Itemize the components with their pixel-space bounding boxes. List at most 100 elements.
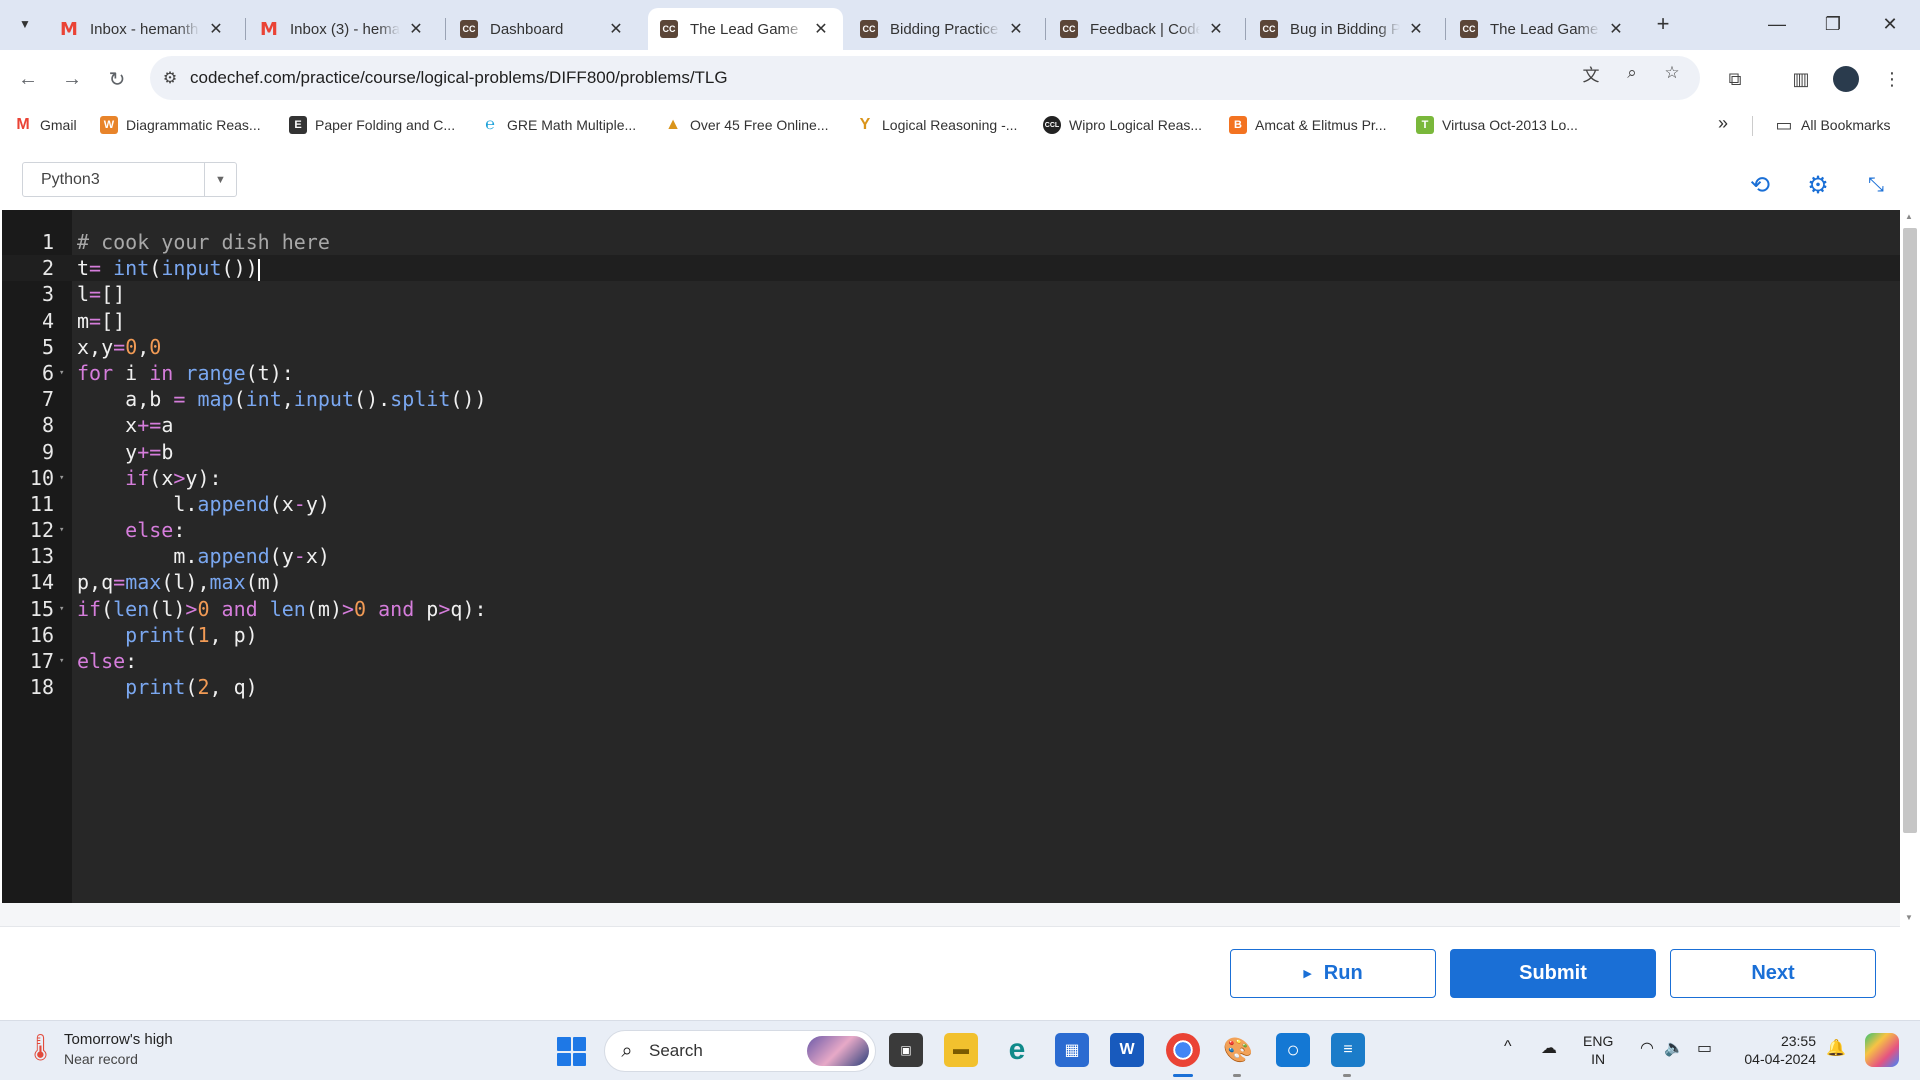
panel-resize-bar[interactable] [0,903,1900,927]
notepad-icon[interactable]: ≡ [1331,1033,1365,1067]
windows-start-icon[interactable] [557,1037,586,1066]
bookmark-gmail[interactable]: M Gmail [14,114,76,136]
weather-widget[interactable]: 🌡 Tomorrow's high Near record [24,1031,173,1067]
code-line[interactable]: 10 ▾ if(x>y): [2,465,1900,491]
bookmark-virtusa[interactable]: T Virtusa Oct-2013 Lo... [1416,114,1578,136]
code-line[interactable]: 7 a,b = map(int,input().split()) [2,386,1900,412]
notification-bell-icon[interactable]: 🔔 [1826,1038,1846,1058]
code-area[interactable]: 1 # cook your dish here 2 t= int(input()) 3 l… [2,229,1900,700]
tab-dashboard[interactable]: CC Dashboard ✕ [448,8,638,50]
task-view-icon[interactable]: ▣ [889,1033,923,1067]
code-text[interactable]: t= int(input()) [77,255,260,281]
address-url[interactable]: codechef.com/practice/course/logical-pro… [190,68,728,88]
code-line[interactable]: 2 t= int(input()) [2,255,1900,282]
code-text[interactable]: if(len(l)>0 and len(m)>0 and p>q): [77,596,487,622]
code-line[interactable]: 16 print(1, p) [2,622,1900,648]
cortana-icon[interactable]: ○ [1276,1033,1310,1067]
fold-arrow-icon[interactable]: ▾ [59,517,64,543]
settings-gear-icon[interactable]: ⚙ [1801,168,1835,202]
site-info-icon[interactable]: ⚙ [150,68,190,88]
code-line[interactable]: 18 print(2, q) [2,674,1900,700]
back-arrow-icon[interactable]: ← [12,63,44,95]
code-text[interactable]: l=[] [77,281,125,307]
chrome-icon[interactable] [1166,1033,1200,1067]
code-text[interactable]: print(1, p) [77,622,258,648]
next-button[interactable]: Next [1670,949,1876,998]
code-text[interactable]: y+=b [77,439,173,465]
run-button[interactable]: ▶ Run [1230,949,1436,998]
code-text[interactable]: x,y=0,0 [77,334,161,360]
avatar[interactable] [1833,66,1859,92]
scroll-down-icon[interactable]: ▼ [1905,913,1913,922]
translate-icon[interactable]: 文 [1578,60,1604,86]
bookmark-gre-math[interactable]: ℮ GRE Math Multiple... [481,114,636,136]
store-icon[interactable]: ▦ [1055,1033,1089,1067]
scroll-up-icon[interactable]: ▲ [1905,212,1913,221]
clock[interactable]: 23:55 04-04-2024 [1736,1032,1816,1068]
code-text[interactable]: else: [77,648,137,674]
language-select[interactable]: Python3 ▼ [22,162,237,197]
code-text[interactable]: m=[] [77,308,125,334]
tab-inbox-1[interactable]: M Inbox - hemanth ✕ [48,8,238,50]
language-indicator[interactable]: ENG IN [1583,1032,1613,1068]
close-icon[interactable]: ✕ [1206,19,1226,39]
close-icon[interactable]: ✕ [1606,19,1626,39]
tab-search-chevron-icon[interactable]: ▼ [12,11,38,37]
code-line[interactable]: 13 m.append(y-x) [2,543,1900,569]
code-line[interactable]: 8 x+=a [2,412,1900,438]
all-bookmarks[interactable]: ▭ All Bookmarks [1775,114,1890,136]
bookmark-wipro[interactable]: CCL Wipro Logical Reas... [1043,114,1202,136]
forward-arrow-icon[interactable]: → [56,63,88,95]
extensions-icon[interactable]: ⧉ [1719,63,1751,95]
code-text[interactable]: m.append(y-x) [77,543,330,569]
code-line[interactable]: 6 ▾ for i in range(t): [2,360,1900,386]
volume-icon[interactable]: 🔈 [1664,1038,1684,1058]
bookmark-star-icon[interactable]: ☆ [1659,60,1685,86]
fold-arrow-icon[interactable]: ▾ [59,360,64,386]
code-line[interactable]: 14 p,q=max(l),max(m) [2,569,1900,595]
address-bar[interactable]: ⚙ codechef.com/practice/course/logical-p… [150,56,1700,100]
code-text[interactable]: for i in range(t): [77,360,294,386]
code-line[interactable]: 9 y+=b [2,439,1900,465]
bookmark-amcat[interactable]: B Amcat & Elitmus Pr... [1229,114,1386,136]
scrollbar-thumb[interactable] [1903,228,1917,833]
close-icon[interactable]: ✕ [406,19,426,39]
file-explorer-icon[interactable]: ▬ [944,1033,978,1067]
submit-button[interactable]: Submit [1450,949,1656,998]
code-text[interactable]: print(2, q) [77,674,258,700]
minimize-icon[interactable]: — [1754,8,1800,40]
code-text[interactable]: else: [77,517,185,543]
bookmark-logical-reasoning[interactable]: Y Logical Reasoning -... [856,114,1018,136]
code-line[interactable]: 15 ▾ if(len(l)>0 and len(m)>0 and p>q): [2,596,1900,622]
code-line[interactable]: 4 m=[] [2,308,1900,334]
fold-arrow-icon[interactable]: ▾ [59,465,64,491]
reload-icon[interactable]: ↻ [101,63,133,95]
code-text[interactable]: x+=a [77,412,173,438]
editor-scrollbar[interactable]: ▲ ▼ [1900,210,1920,930]
code-text[interactable]: p,q=max(l),max(m) [77,569,282,595]
side-panel-icon[interactable]: ▥ [1785,63,1817,95]
word-icon[interactable]: W [1110,1033,1144,1067]
tray-chevron-icon[interactable]: ^ [1504,1038,1512,1056]
window-close-icon[interactable]: ✕ [1867,8,1913,40]
code-text[interactable]: a,b = map(int,input().split()) [77,386,486,412]
zoom-icon[interactable]: ⌕ [1619,60,1645,86]
chevron-down-icon[interactable]: ▼ [204,163,236,196]
code-text[interactable]: # cook your dish here [77,229,330,255]
bookmark-over-45[interactable]: ▲ Over 45 Free Online... [664,114,828,136]
fold-arrow-icon[interactable]: ▾ [59,596,64,622]
battery-icon[interactable]: ▭ [1697,1038,1712,1058]
tab-feedback[interactable]: CC Feedback | Code ✕ [1048,8,1238,50]
code-text[interactable]: l.append(x-y) [77,491,330,517]
close-icon[interactable]: ✕ [206,19,226,39]
tab-inbox-2[interactable]: M Inbox (3) - hema ✕ [248,8,438,50]
menu-kebab-icon[interactable]: ⋮ [1876,63,1908,95]
onedrive-cloud-icon[interactable]: ☁ [1541,1038,1557,1058]
tab-the-lead-game-active[interactable]: CC The Lead Game ✕ [648,8,843,50]
close-icon[interactable]: ✕ [606,19,626,39]
copilot-icon[interactable] [1865,1033,1899,1067]
code-line[interactable]: 1 # cook your dish here [2,229,1900,255]
tab-the-lead-game-2[interactable]: CC The Lead Game ✕ [1448,8,1638,50]
close-icon[interactable]: ✕ [1006,19,1026,39]
taskbar-search[interactable]: ⌕ Search [604,1030,876,1072]
